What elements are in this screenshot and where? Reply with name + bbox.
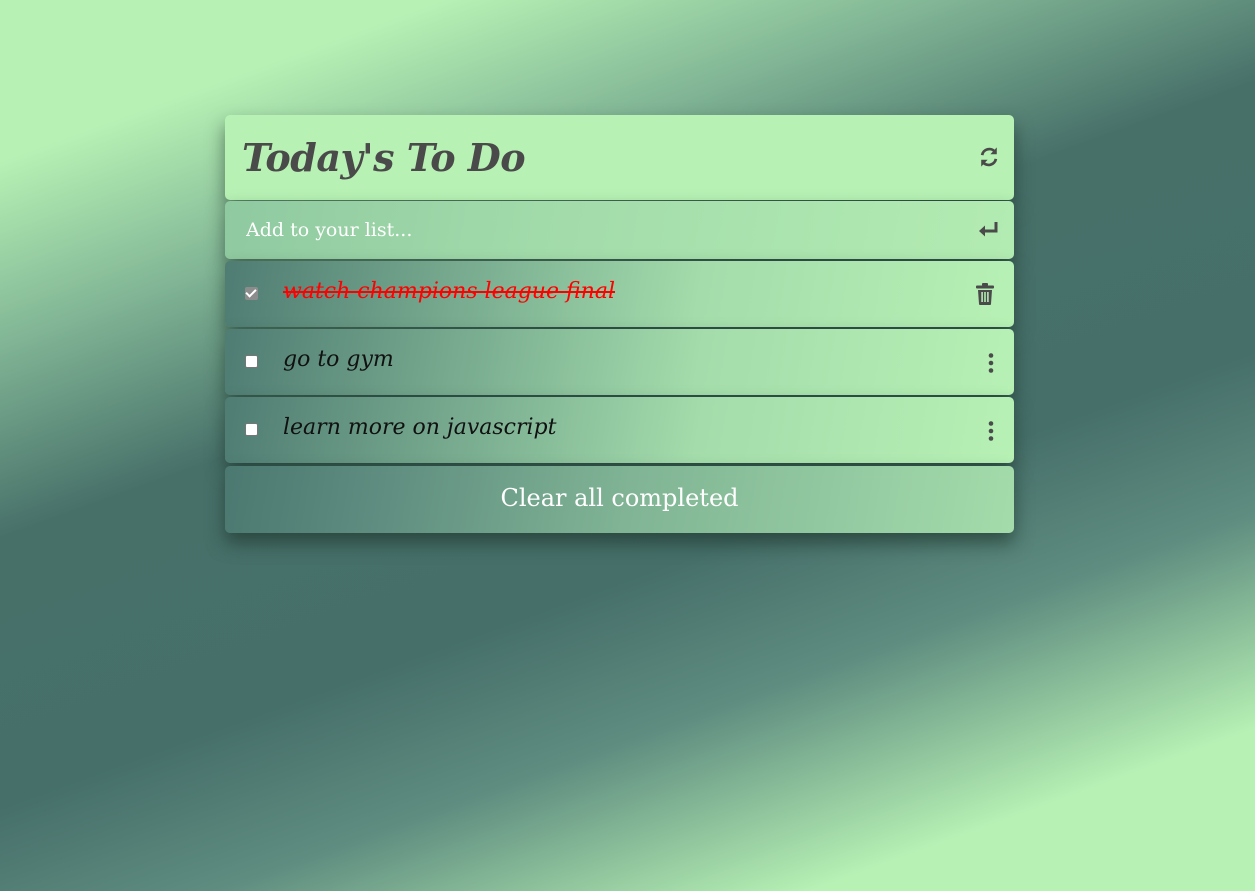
- add-item-row: [225, 201, 1014, 259]
- todo-item-text: watch champions league final: [283, 279, 615, 304]
- todo-checkbox[interactable]: [245, 355, 258, 368]
- todo-card: Today's To Do watch champions league fin…: [225, 115, 1014, 533]
- trash-icon[interactable]: [976, 283, 994, 305]
- clear-completed-button[interactable]: Clear all completed: [225, 466, 1014, 533]
- todo-item: learn more on javascript: [225, 397, 1014, 463]
- todo-checkbox[interactable]: [245, 287, 258, 300]
- add-item-input[interactable]: [244, 214, 948, 246]
- clear-completed-label: Clear all completed: [500, 484, 739, 512]
- enter-icon[interactable]: [978, 220, 1000, 240]
- page-title: Today's To Do: [242, 135, 526, 180]
- todo-item: watch champions league final: [225, 261, 1014, 327]
- todo-checkbox[interactable]: [245, 423, 258, 436]
- todo-header: Today's To Do: [225, 115, 1014, 200]
- todo-item-text: go to gym: [283, 347, 394, 372]
- todo-item: go to gym: [225, 329, 1014, 395]
- kebab-menu-icon[interactable]: [987, 421, 995, 441]
- kebab-menu-icon[interactable]: [987, 353, 995, 373]
- todo-item-text: learn more on javascript: [283, 415, 557, 440]
- refresh-icon[interactable]: [978, 146, 1000, 168]
